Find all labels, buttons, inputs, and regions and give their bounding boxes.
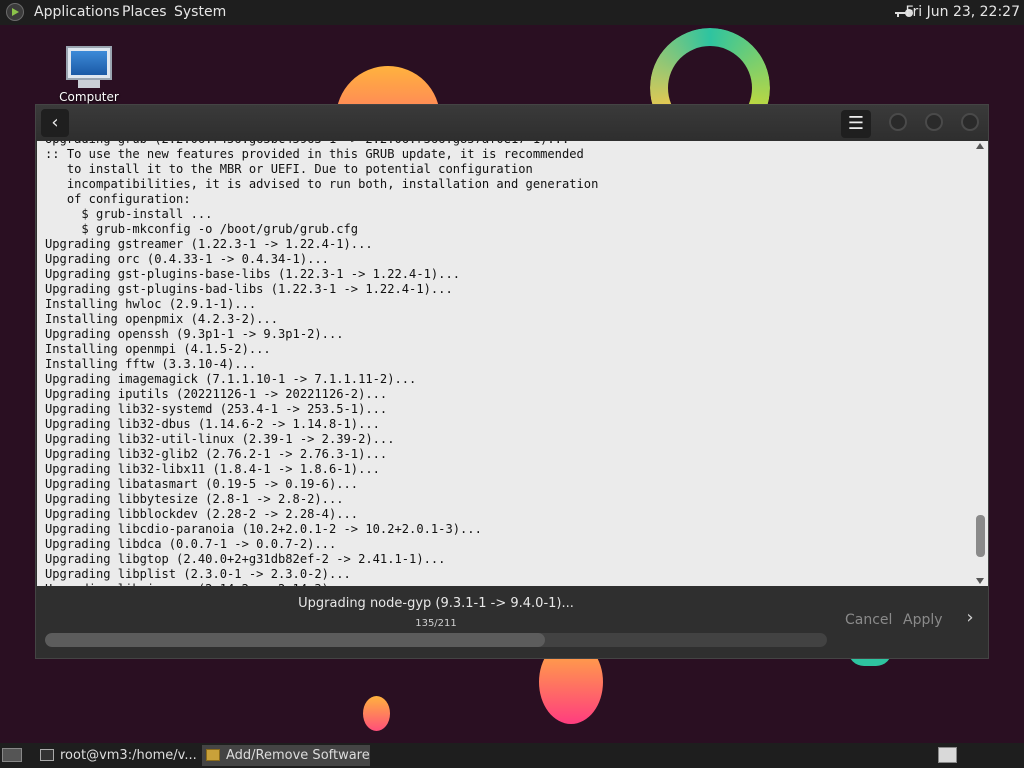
- window-titlebar[interactable]: ‹ ☰: [36, 105, 988, 141]
- menu-system[interactable]: System: [174, 4, 226, 20]
- wallpaper-blob: [363, 696, 390, 731]
- package-icon: [206, 749, 220, 761]
- bottom-panel: root@vm3:/home/v... Add/Remove Software: [0, 743, 1024, 768]
- show-desktop-icon[interactable]: [2, 748, 22, 762]
- menu-places[interactable]: Places: [122, 4, 167, 20]
- progress-count: 135/211: [415, 618, 457, 629]
- close-button[interactable]: [961, 113, 979, 131]
- scroll-down-arrow-icon[interactable]: [976, 578, 984, 584]
- taskbar-item-software[interactable]: Add/Remove Software: [202, 745, 370, 766]
- top-panel: Applications Places System Fri Jun 23, 2…: [0, 0, 1024, 25]
- minimize-button[interactable]: [889, 113, 907, 131]
- scrollbar-thumb[interactable]: [976, 515, 985, 557]
- taskbar-item-label: Add/Remove Software: [226, 748, 370, 763]
- chevron-right-icon: ›: [966, 607, 974, 628]
- log-text: Upgrading grub (2:2.06.r456.g65bc45963-1…: [45, 141, 599, 586]
- scroll-up-arrow-icon[interactable]: [976, 143, 984, 149]
- taskbar-item-label: root@vm3:/home/v...: [60, 748, 197, 763]
- progress-bar: [45, 633, 827, 647]
- progress-bar-fill: [45, 633, 546, 647]
- arrow-left-icon: ‹: [51, 112, 59, 133]
- distro-logo-icon[interactable]: [6, 3, 24, 21]
- log-scrollbar[interactable]: [973, 141, 988, 586]
- clock[interactable]: Fri Jun 23, 22:27: [905, 4, 1020, 20]
- hamburger-icon: ☰: [847, 113, 865, 134]
- terminal-icon: [40, 749, 54, 761]
- back-button[interactable]: ‹: [41, 109, 69, 137]
- menu-applications[interactable]: Applications: [34, 4, 120, 20]
- desktop-icon-label: Computer: [59, 90, 119, 104]
- menu-button[interactable]: ☰: [841, 110, 871, 138]
- desktop-computer-icon[interactable]: Computer: [58, 46, 120, 104]
- apply-button[interactable]: Apply: [903, 612, 943, 628]
- cancel-button[interactable]: Cancel: [845, 612, 892, 628]
- transaction-status: Upgrading node-gyp (9.3.1-1 -> 9.4.0-1).…: [36, 586, 988, 658]
- computer-icon: [66, 46, 112, 80]
- transaction-log[interactable]: Upgrading grub (2:2.06.r456.g65bc45963-1…: [37, 141, 973, 586]
- maximize-button[interactable]: [925, 113, 943, 131]
- add-remove-software-window: ‹ ☰ Upgrading grub (2:2.06.r456.g65bc459…: [35, 104, 989, 659]
- workspace-switcher[interactable]: [938, 747, 957, 763]
- next-button[interactable]: ›: [958, 606, 982, 630]
- taskbar-item-terminal[interactable]: root@vm3:/home/v...: [36, 745, 198, 766]
- status-message: Upgrading node-gyp (9.3.1-1 -> 9.4.0-1).…: [298, 596, 574, 611]
